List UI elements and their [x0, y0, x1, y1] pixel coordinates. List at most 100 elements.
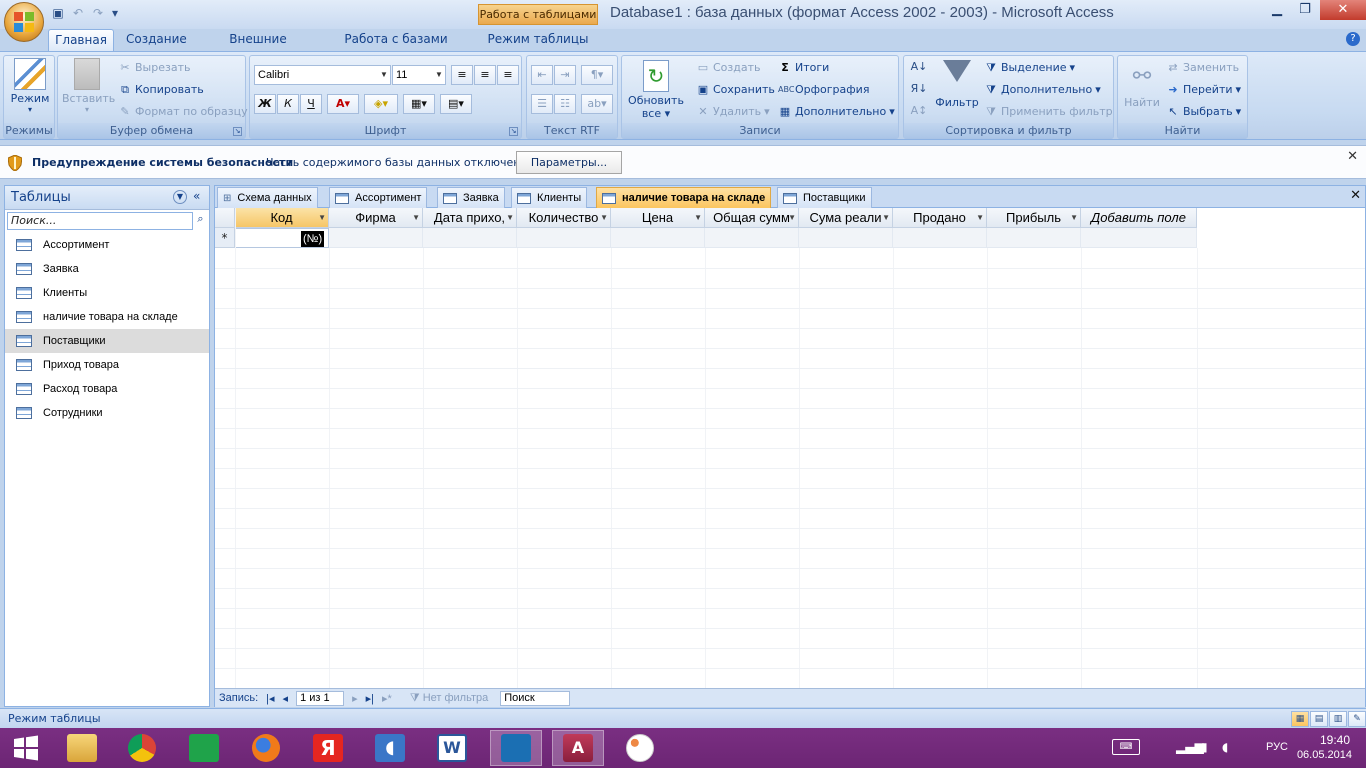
find-button[interactable]: ⚯ Найти: [1120, 62, 1164, 109]
increase-indent-button[interactable]: ⇥: [554, 65, 576, 85]
delete-record-button[interactable]: ✕ Удалить ▾: [696, 102, 769, 122]
table-cell[interactable]: [423, 228, 517, 248]
chevron-down-icon[interactable]: ▼: [506, 208, 514, 227]
new-record-marker[interactable]: *: [215, 228, 235, 248]
more-records-button[interactable]: ▦ Дополнительно ▾: [778, 102, 895, 122]
column-header[interactable]: Количество ▼: [517, 208, 611, 228]
nav-item-employees[interactable]: Сотрудники: [5, 401, 209, 425]
security-options-button[interactable]: Параметры...: [516, 151, 622, 174]
paragraph-direction-button[interactable]: ¶▾: [581, 65, 613, 85]
column-header[interactable]: Сума реали ▼: [799, 208, 893, 228]
replace-button[interactable]: ⇄ Заменить: [1166, 58, 1239, 78]
chevron-down-icon[interactable]: ▼: [412, 208, 420, 227]
taskbar-store[interactable]: [178, 730, 230, 766]
totals-button[interactable]: Σ Итоги: [778, 58, 829, 78]
clear-sort-button[interactable]: A↕: [908, 102, 930, 122]
tab-database-tools[interactable]: Работа с базами данных: [324, 29, 468, 66]
close-button[interactable]: ✕: [1320, 0, 1366, 20]
taskbar-access[interactable]: A: [552, 730, 604, 766]
column-header[interactable]: Фирма ▼: [329, 208, 423, 228]
no-filter-indicator[interactable]: ⧩ Нет фильтра: [410, 692, 488, 705]
cut-button[interactable]: ✂ Вырезать: [118, 58, 190, 78]
sort-ascending-button[interactable]: A↓: [908, 58, 930, 78]
nav-item-incoming[interactable]: Приход товара: [5, 353, 209, 377]
doc-tab-assortment[interactable]: Ассортимент: [329, 187, 428, 208]
battery-icon[interactable]: ▮: [1201, 740, 1208, 754]
doc-tab-clients[interactable]: Клиенты: [511, 187, 588, 208]
undo-icon[interactable]: ↶: [70, 5, 86, 21]
taskbar-yandex[interactable]: Я: [302, 730, 354, 766]
nav-pane-header[interactable]: Таблицы ▼ «: [5, 186, 209, 210]
fill-color-button[interactable]: ◈▾: [364, 94, 398, 114]
font-color-button[interactable]: A▾: [327, 94, 359, 114]
nav-item-orders[interactable]: Заявка: [5, 257, 209, 281]
last-record-icon[interactable]: ▸|: [366, 692, 374, 705]
clock-time[interactable]: 19:40: [1320, 733, 1350, 747]
maximize-button[interactable]: ❐: [1290, 0, 1320, 20]
help-icon[interactable]: ?: [1346, 32, 1360, 46]
table-cell[interactable]: [1081, 228, 1197, 248]
align-right-button[interactable]: ≡: [497, 65, 519, 85]
signal-icon[interactable]: ▂▄▆: [1176, 740, 1204, 754]
datasheet-grid[interactable]: Код ▼ Фирма ▼ Дата прихо, ▼ Количество ▼ Цен…: [215, 208, 1365, 688]
selection-filter-button[interactable]: ⧩ Выделение ▾: [984, 58, 1075, 78]
mode-button[interactable]: Режим ▾: [8, 58, 52, 114]
datasheet-view-button[interactable]: ▦: [1291, 711, 1309, 727]
taskbar-word[interactable]: W: [426, 730, 478, 766]
paste-button[interactable]: Вставить ▾: [62, 58, 115, 114]
highlight-button[interactable]: ab▾: [581, 94, 613, 114]
column-header[interactable]: Общая сумм ▼: [705, 208, 799, 228]
dialog-launcher-icon[interactable]: ↘: [509, 127, 518, 136]
select-button[interactable]: ↖ Выбрать ▾: [1166, 102, 1241, 122]
nav-item-stock[interactable]: наличие товара на складе: [5, 305, 209, 329]
new-record-nav-icon[interactable]: ▸*: [382, 692, 392, 705]
format-painter-button[interactable]: ✎ Формат по образцу: [118, 102, 247, 122]
table-cell[interactable]: [799, 228, 893, 248]
next-record-icon[interactable]: ▸: [352, 692, 358, 705]
tab-home[interactable]: Главная: [48, 29, 114, 51]
close-icon[interactable]: ✕: [1350, 188, 1361, 203]
table-cell[interactable]: [705, 228, 799, 248]
doc-tab-orders[interactable]: Заявка: [437, 187, 505, 208]
column-header[interactable]: Дата прихо, ▼: [423, 208, 517, 228]
tab-external-data[interactable]: Внешние данные: [204, 29, 312, 66]
column-header[interactable]: Прибыль ▼: [987, 208, 1081, 228]
volume-icon[interactable]: ◖: [1222, 740, 1228, 754]
doc-tab-suppliers[interactable]: Поставщики: [777, 187, 872, 208]
copy-button[interactable]: ⧉ Копировать: [118, 80, 204, 100]
taskbar-app[interactable]: [490, 730, 542, 766]
advanced-filter-button[interactable]: ⧩ Дополнительно ▾: [984, 80, 1101, 100]
column-header[interactable]: Продано ▼: [893, 208, 987, 228]
select-all-corner[interactable]: [215, 208, 235, 228]
decrease-indent-button[interactable]: ⇤: [531, 65, 553, 85]
taskbar-explorer[interactable]: [56, 730, 108, 766]
font-name-select[interactable]: Calibri ▼: [254, 65, 391, 85]
doc-tab-relationships[interactable]: ⊞ Схема данных: [217, 187, 318, 208]
nav-item-outgoing[interactable]: Расход товара: [5, 377, 209, 401]
tab-create[interactable]: Создание: [122, 29, 190, 51]
numbering-button[interactable]: ☰: [531, 94, 553, 114]
chevron-down-icon[interactable]: ▼: [882, 208, 890, 227]
chevron-down-icon[interactable]: ▼: [976, 208, 984, 227]
record-position-input[interactable]: 1 из 1: [296, 690, 345, 706]
design-view-button[interactable]: ✎: [1348, 711, 1366, 727]
new-record-button[interactable]: ▭ Создать: [696, 58, 761, 78]
record-search-input[interactable]: Поиск: [500, 690, 571, 706]
spelling-button[interactable]: ABC Орфография: [778, 80, 869, 100]
chevron-down-icon[interactable]: ▼: [694, 208, 702, 227]
taskbar-paint[interactable]: [614, 730, 666, 766]
taskbar-chrome[interactable]: [116, 730, 168, 766]
gridlines-button[interactable]: ▦▾: [403, 94, 435, 114]
filter-button[interactable]: Фильтр: [934, 60, 980, 109]
align-center-button[interactable]: ≡: [474, 65, 496, 85]
sort-descending-button[interactable]: Я↓: [908, 80, 930, 100]
bullets-button[interactable]: ☷: [554, 94, 576, 114]
redo-icon[interactable]: ↷: [90, 5, 106, 21]
language-indicator[interactable]: РУС: [1266, 741, 1288, 753]
alt-fill-button[interactable]: ▤▾: [440, 94, 472, 114]
office-button[interactable]: [4, 2, 44, 42]
save-icon[interactable]: ▣: [50, 5, 66, 21]
chevron-down-icon[interactable]: ▼: [600, 208, 608, 227]
table-cell[interactable]: [987, 228, 1081, 248]
close-icon[interactable]: ✕: [1347, 149, 1358, 164]
